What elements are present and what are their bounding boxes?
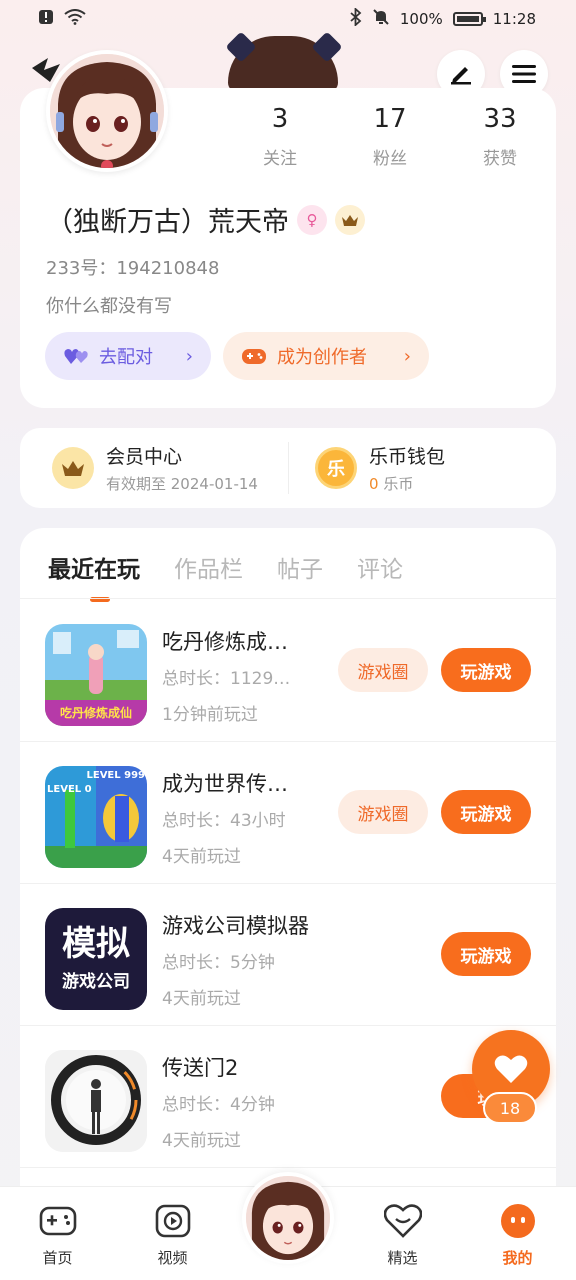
user-avatar[interactable] (46, 50, 168, 172)
match-button[interactable]: 去配对 › (45, 332, 211, 380)
nav-home-label: 首页 (42, 1249, 73, 1267)
game-last-played: 1分钟前玩过 (162, 705, 258, 725)
video-play-icon (153, 1201, 193, 1241)
game-duration: 总时长：1129… (162, 669, 291, 689)
match-label: 去配对 (99, 347, 153, 368)
stat-likes[interactable]: 33 获赞 (450, 104, 550, 169)
wifi-icon (64, 9, 86, 29)
nav-video[interactable]: 视频 (115, 1187, 230, 1280)
game-last-played: 4天前玩过 (162, 989, 241, 1009)
member-wallet-card: 会员中心 有效期至 2024-01-14 乐 乐币钱包 0 乐币 (20, 428, 556, 508)
game-thumbnail (45, 1050, 147, 1152)
stat-following[interactable]: 3 关注 (230, 104, 330, 169)
floating-like-count: 18 (483, 1092, 537, 1124)
vip-title: 会员中心 (106, 446, 183, 468)
stat-following-count: 3 (271, 104, 289, 134)
content-card: 最近在玩 作品栏 帖子 评论 吃丹修炼成仙 吃丹修炼成… 总时长：1129… 1… (20, 528, 556, 1228)
game-name: 吃丹修炼成… (162, 630, 288, 654)
mute-bell-icon (372, 8, 390, 30)
stat-fans[interactable]: 17 粉丝 (340, 104, 440, 169)
user-bio: 你什么都没有写 (46, 296, 172, 317)
game-thumbnail: 模拟 游戏公司 (45, 908, 147, 1010)
gamepad-icon (38, 1201, 78, 1241)
stat-following-label: 关注 (263, 149, 297, 169)
game-circle-button[interactable]: 游戏圈 (338, 648, 428, 692)
crown-badge-icon (335, 204, 365, 235)
tab-works[interactable]: 作品栏 (174, 550, 243, 584)
pencil-icon (451, 67, 471, 85)
game-row[interactable]: 吃丹修炼成仙 吃丹修炼成… 总时长：1129… 1分钟前玩过 游戏圈 玩游戏 (20, 600, 556, 742)
game-row[interactable]: 传送门2 总时长：4分钟 4天前玩过 玩 (20, 1026, 556, 1168)
game-last-played: 4天前玩过 (162, 847, 241, 867)
profile-stats: 3 关注 17 粉丝 33 获赞 (230, 104, 550, 169)
game-duration: 总时长：5分钟 (162, 953, 275, 973)
gamepad-icon (242, 349, 266, 364)
double-heart-icon (64, 349, 88, 364)
stat-fans-label: 粉丝 (373, 149, 407, 169)
battery-percent: 100% (399, 10, 443, 28)
user-id: 233号：194210848 (46, 258, 220, 279)
coin-balance: 0 乐币 (369, 473, 445, 494)
vip-expiry: 有效期至 2024-01-14 (106, 475, 258, 493)
coin-icon: 乐 (315, 447, 357, 489)
nav-mine-label: 我的 (502, 1249, 533, 1267)
game-circle-button[interactable]: 游戏圈 (338, 790, 428, 834)
game-duration: 总时长：4分钟 (162, 1095, 275, 1115)
play-game-button[interactable]: 玩游戏 (441, 648, 531, 692)
game-name: 成为世界传… (162, 772, 288, 796)
female-gender-icon: ♀ (297, 204, 327, 235)
tab-divider (20, 598, 556, 599)
battery-icon (452, 12, 486, 26)
vip-center-entry[interactable]: 会员中心 有效期至 2024-01-14 (20, 442, 288, 494)
game-thumbnail-level-a: LEVEL 0 (47, 784, 92, 795)
game-thumbnail-title: 吃丹修炼成仙 (59, 706, 132, 720)
coin-title: 乐币钱包 (369, 446, 446, 468)
game-thumbnail-subtitle: 游戏公司 (62, 971, 130, 992)
nickname-row: （独断万古）荒天帝 ♀ (46, 200, 365, 239)
heart-icon (494, 1055, 528, 1083)
hamburger-icon (512, 65, 536, 83)
creator-label: 成为创作者 (277, 347, 367, 368)
game-last-played: 4天前玩过 (162, 1131, 241, 1151)
game-duration: 总时长：43小时 (162, 811, 286, 831)
game-name: 传送门2 (162, 1056, 239, 1080)
content-tabs: 最近在玩 作品栏 帖子 评论 (48, 550, 403, 602)
game-thumbnail: LEVEL 0 LEVEL 999 (45, 766, 147, 868)
nav-featured[interactable]: 精选 (345, 1187, 460, 1280)
clock-time: 11:28 (492, 10, 536, 28)
nickname: （独断万古）荒天帝 (46, 207, 289, 238)
crown-icon (52, 447, 94, 489)
status-bar: 100% 11:28 (0, 0, 576, 38)
tab-recent-played[interactable]: 最近在玩 (48, 550, 140, 602)
chevron-right-icon: › (403, 345, 411, 367)
coin-amount: 0 (369, 475, 379, 493)
game-row[interactable]: LEVEL 0 LEVEL 999 成为世界传… 总时长：43小时 4天前玩过 … (20, 742, 556, 884)
nav-mine[interactable]: 我的 (460, 1187, 575, 1280)
stat-fans-count: 17 (373, 104, 407, 134)
nav-video-label: 视频 (157, 1249, 188, 1267)
game-name: 游戏公司模拟器 (162, 914, 309, 938)
alert-icon (38, 9, 54, 29)
nav-featured-label: 精选 (387, 1249, 418, 1267)
play-game-button[interactable]: 玩游戏 (441, 790, 531, 834)
bluetooth-icon (350, 6, 362, 30)
become-creator-button[interactable]: 成为创作者 › (223, 332, 429, 380)
tab-posts[interactable]: 帖子 (277, 550, 323, 584)
game-row[interactable]: 模拟 游戏公司 游戏公司模拟器 总时长：5分钟 4天前玩过 玩游戏 (20, 884, 556, 1026)
coin-unit: 乐币 (383, 475, 414, 493)
heart-chat-icon (383, 1201, 423, 1241)
game-thumbnail-title: 模拟 (62, 923, 130, 964)
play-game-button[interactable]: 玩游戏 (441, 932, 531, 976)
chevron-right-icon: › (185, 345, 193, 367)
stat-likes-count: 33 (483, 104, 517, 134)
nav-home[interactable]: 首页 (0, 1187, 115, 1280)
nav-center-avatar[interactable] (242, 1172, 334, 1264)
game-thumbnail: 吃丹修炼成仙 (45, 624, 147, 726)
game-thumbnail-level-b: LEVEL 999 (86, 770, 145, 781)
tab-comments[interactable]: 评论 (357, 550, 403, 584)
smile-face-icon (498, 1201, 538, 1241)
stat-likes-label: 获赞 (483, 149, 517, 169)
coin-wallet-entry[interactable]: 乐 乐币钱包 0 乐币 (288, 442, 556, 494)
